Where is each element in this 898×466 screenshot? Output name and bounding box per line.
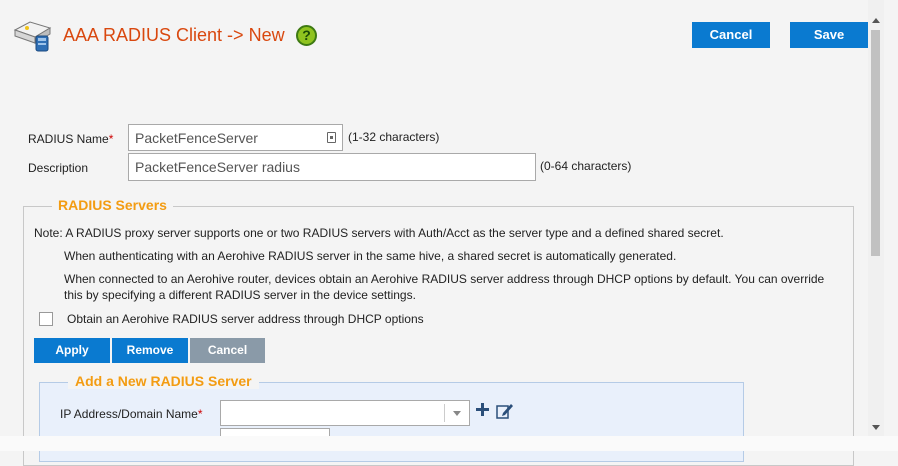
- remove-button[interactable]: Remove: [112, 338, 188, 363]
- required-mark: *: [108, 132, 114, 146]
- radius-name-label: RADIUS Name*: [28, 132, 113, 146]
- radius-server-icon: [13, 21, 52, 52]
- chevron-down-icon[interactable]: [453, 411, 461, 416]
- ip-address-label: IP Address/Domain Name*: [60, 407, 203, 421]
- scroll-up-icon[interactable]: [872, 18, 880, 23]
- add-server-legend: Add a New RADIUS Server: [68, 373, 259, 389]
- required-mark: *: [197, 407, 203, 421]
- edit-icon[interactable]: [496, 402, 514, 420]
- note-line-2: When authenticating with an Aerohive RAD…: [64, 249, 677, 263]
- bottom-strip: [0, 436, 898, 451]
- description-hint: (0-64 characters): [540, 159, 632, 173]
- input-helper-icon[interactable]: [327, 132, 336, 143]
- page: AAA RADIUS Client -> New ? Cancel Save R…: [0, 0, 868, 466]
- description-input[interactable]: PacketFenceServer radius: [128, 153, 536, 181]
- question-mark-icon[interactable]: ?: [296, 25, 317, 46]
- save-button[interactable]: Save: [790, 22, 868, 48]
- note-line-3: When connected to an Aerohive router, de…: [64, 272, 825, 302]
- radius-name-label-text: RADIUS Name: [28, 132, 109, 146]
- description-label: Description: [28, 161, 89, 175]
- radius-name-value: PacketFenceServer: [135, 130, 258, 146]
- description-value: PacketFenceServer radius: [135, 159, 300, 175]
- scroll-down-icon[interactable]: [872, 425, 880, 430]
- radius-name-input[interactable]: PacketFenceServer: [128, 124, 343, 151]
- ip-address-combobox[interactable]: [220, 400, 470, 426]
- page-title: AAA RADIUS Client -> New: [63, 25, 285, 45]
- radius-name-hint: (1-32 characters): [348, 130, 440, 144]
- vertical-scrollbar[interactable]: [868, 0, 884, 436]
- dhcp-options-checkbox[interactable]: [39, 312, 53, 326]
- cancel-button[interactable]: Cancel: [692, 22, 770, 48]
- note-line-1: Note: A RADIUS proxy server supports one…: [34, 226, 724, 240]
- radius-servers-legend: RADIUS Servers: [52, 197, 173, 213]
- ip-address-label-text: IP Address/Domain Name: [60, 407, 198, 421]
- apply-button[interactable]: Apply: [34, 338, 110, 363]
- dhcp-options-label: Obtain an Aerohive RADIUS server address…: [67, 312, 424, 326]
- cancel-server-button[interactable]: Cancel: [190, 338, 265, 363]
- scroll-thumb[interactable]: [871, 30, 880, 256]
- combo-divider: [444, 404, 445, 422]
- plus-icon[interactable]: [476, 403, 489, 416]
